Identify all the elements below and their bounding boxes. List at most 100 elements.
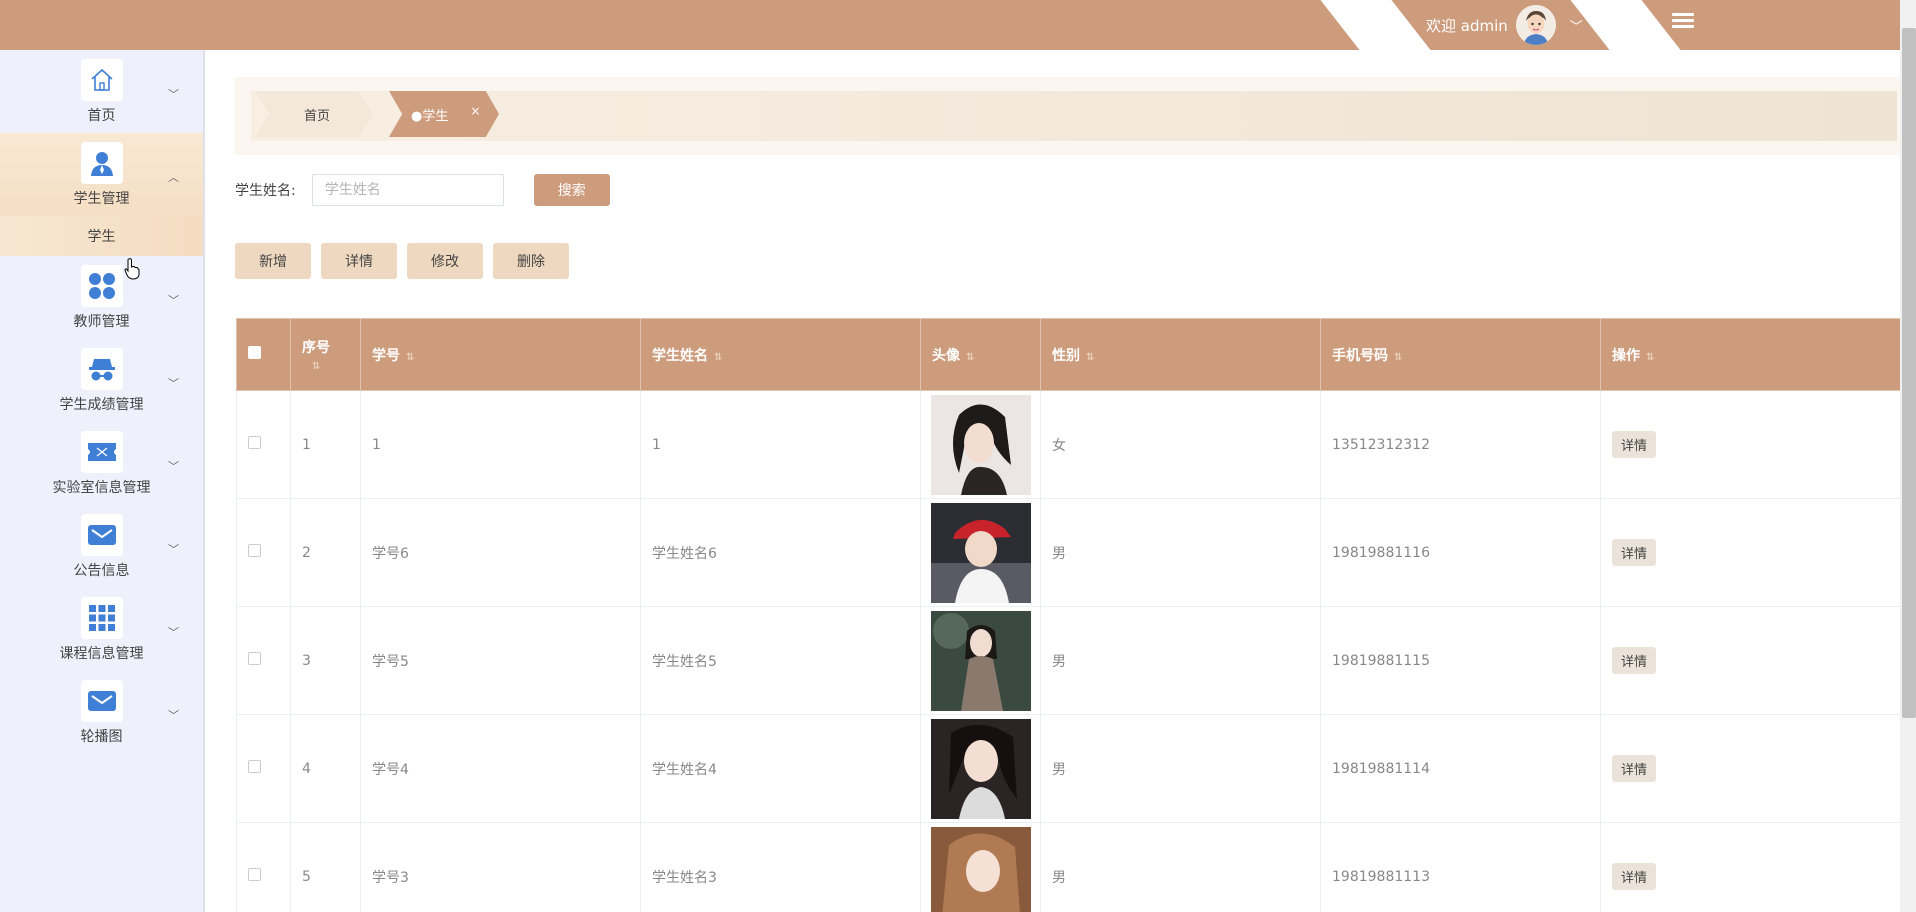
chevron-down-icon: ﹀ — [168, 709, 179, 722]
cell-phone: 19819881115 — [1320, 606, 1601, 715]
ticket-icon — [80, 430, 123, 473]
user-icon — [80, 141, 123, 184]
sidebar-item-student-management[interactable]: 学生管理 ︿ — [0, 133, 203, 216]
chevron-down-icon: ﹀ — [168, 88, 179, 101]
cell-phone: 19819881114 — [1320, 714, 1601, 823]
add-button[interactable]: 新增 — [235, 243, 311, 279]
table-row: 1 1 1 女 13512312312 详情 — [236, 390, 1901, 499]
welcome-text: 欢迎 admin — [1426, 16, 1508, 35]
spy-icon — [80, 347, 123, 390]
main-content: 首页 ●学生 × 学生姓名: 搜索 新增 详情 修改 删除 序号⇅ — [207, 50, 1905, 912]
sidebar-subitem-student[interactable]: 学生 — [0, 216, 203, 256]
row-checkbox[interactable] — [248, 868, 261, 881]
sidebar-item-teacher-management[interactable]: 教师管理 ﹀ — [0, 256, 203, 339]
column-header[interactable]: 学生姓名 ⇅ — [640, 318, 921, 391]
table-row: 5 学号3 学生姓名3 男 19819881113 详情 — [236, 822, 1901, 912]
sidebar-item-lab-management[interactable]: 实验室信息管理 ﹀ — [0, 422, 203, 505]
edit-button[interactable]: 修改 — [407, 243, 483, 279]
table-row: 2 学号6 学生姓名6 男 19819881116 详情 — [236, 498, 1901, 607]
sidebar-item-label: 教师管理 — [73, 313, 130, 330]
sort-icon[interactable]: ⇅ — [312, 361, 320, 372]
search-form: 学生姓名: 搜索 — [235, 170, 610, 210]
cell-index: 2 — [290, 498, 361, 607]
cell-student-id: 学号4 — [360, 714, 641, 823]
user-menu[interactable]: 欢迎 admin ﹀ — [1426, 5, 1583, 45]
chevron-down-icon: ﹀ — [168, 377, 179, 390]
sidebar-item-carousel[interactable]: 轮播图 ﹀ — [0, 671, 203, 754]
sidebar-item-label: 学生成绩管理 — [59, 396, 144, 413]
row-checkbox[interactable] — [248, 652, 261, 665]
cell-gender: 男 — [1040, 498, 1321, 607]
sidebar-item-score-management[interactable]: 学生成绩管理 ﹀ — [0, 339, 203, 422]
column-header[interactable]: 学号 ⇅ — [360, 318, 641, 391]
sidebar: 首页 ﹀ 学生管理 ︿ 学生 教师管理 ﹀ 学生成绩管理 ﹀ 实验室信息管理 ﹀… — [0, 50, 205, 912]
search-button[interactable]: 搜索 — [533, 174, 610, 206]
row-detail-button[interactable]: 详情 — [1612, 647, 1657, 674]
apps-icon — [80, 596, 123, 639]
row-checkbox[interactable] — [248, 436, 261, 449]
sidebar-item-label: 课程信息管理 — [59, 645, 144, 662]
row-detail-button[interactable]: 详情 — [1612, 431, 1657, 458]
select-all-checkbox[interactable] — [248, 346, 261, 359]
cell-avatar — [920, 714, 1041, 823]
sidebar-item-home[interactable]: 首页 ﹀ — [0, 50, 203, 133]
sidebar-item-label: 公告信息 — [73, 562, 130, 579]
row-checkbox[interactable] — [248, 544, 261, 557]
sort-icon[interactable]: ⇅ — [966, 352, 974, 363]
column-header[interactable]: 序号 ⇅ — [290, 318, 361, 391]
student-avatar-image — [931, 718, 1031, 819]
breadcrumb-current[interactable]: ●学生 × — [389, 91, 499, 137]
delete-button[interactable]: 删除 — [493, 243, 569, 279]
cell-student-id: 1 — [360, 390, 641, 499]
search-input[interactable] — [311, 174, 504, 206]
column-header[interactable]: 操作 ⇅ — [1600, 318, 1901, 391]
cell-avatar — [920, 498, 1041, 607]
sort-icon[interactable]: ⇅ — [1086, 352, 1094, 363]
column-header[interactable]: 手机号码 ⇅ — [1320, 318, 1601, 391]
detail-button[interactable]: 详情 — [321, 243, 397, 279]
cell-avatar — [920, 390, 1041, 499]
column-header[interactable]: 性别 ⇅ — [1040, 318, 1321, 391]
row-detail-button[interactable]: 详情 — [1612, 863, 1657, 890]
mail-icon — [80, 679, 123, 722]
cell-phone: 13512312312 — [1320, 390, 1601, 499]
cell-student-name: 学生姓名3 — [640, 822, 921, 912]
menu-icon[interactable] — [1672, 10, 1694, 32]
sidebar-item-label: 首页 — [87, 107, 116, 124]
cell-avatar — [920, 822, 1041, 912]
chevron-down-icon: ﹀ — [168, 460, 179, 473]
select-all-cell[interactable] — [236, 318, 291, 391]
sort-icon[interactable]: ⇅ — [1646, 352, 1654, 363]
sidebar-item-announcements[interactable]: 公告信息 ﹀ — [0, 505, 203, 588]
sidebar-item-label: 实验室信息管理 — [52, 479, 151, 496]
cell-gender: 男 — [1040, 822, 1321, 912]
sidebar-item-course-management[interactable]: 课程信息管理 ﹀ — [0, 588, 203, 671]
sort-icon[interactable]: ⇅ — [1394, 352, 1402, 363]
cell-avatar — [920, 606, 1041, 715]
column-header[interactable]: 头像 ⇅ — [920, 318, 1041, 391]
avatar[interactable] — [1515, 5, 1556, 45]
sidebar-item-label: 轮播图 — [80, 728, 123, 745]
cell-student-id: 学号5 — [360, 606, 641, 715]
cell-student-id: 学号6 — [360, 498, 641, 607]
sort-icon[interactable]: ⇅ — [406, 352, 414, 363]
chevron-down-icon[interactable]: ﹀ — [1570, 16, 1583, 35]
scrollbar-thumb[interactable] — [1902, 28, 1916, 718]
chevron-down-icon: ﹀ — [168, 294, 179, 307]
table-header-row: 序号 ⇅ 学号 ⇅ 学生姓名 ⇅ 头像 ⇅ 性别 ⇅ 手机号码 ⇅ 操作 ⇅ — [236, 318, 1901, 391]
breadcrumb-home[interactable]: 首页 — [255, 91, 373, 137]
row-detail-button[interactable]: 详情 — [1612, 539, 1657, 566]
close-icon[interactable]: × — [470, 104, 480, 118]
pointer-cursor-icon — [124, 258, 140, 280]
cell-phone: 19819881116 — [1320, 498, 1601, 607]
action-toolbar: 新增 详情 修改 删除 — [235, 243, 569, 279]
row-detail-button[interactable]: 详情 — [1612, 755, 1657, 782]
mail-icon — [80, 513, 123, 556]
cell-index: 1 — [290, 390, 361, 499]
sort-icon[interactable]: ⇅ — [714, 352, 722, 363]
cell-student-name: 学生姓名4 — [640, 714, 921, 823]
scrollbar-track[interactable] — [1900, 0, 1916, 912]
cell-student-id: 学号3 — [360, 822, 641, 912]
cell-student-name: 1 — [640, 390, 921, 499]
row-checkbox[interactable] — [248, 760, 261, 773]
